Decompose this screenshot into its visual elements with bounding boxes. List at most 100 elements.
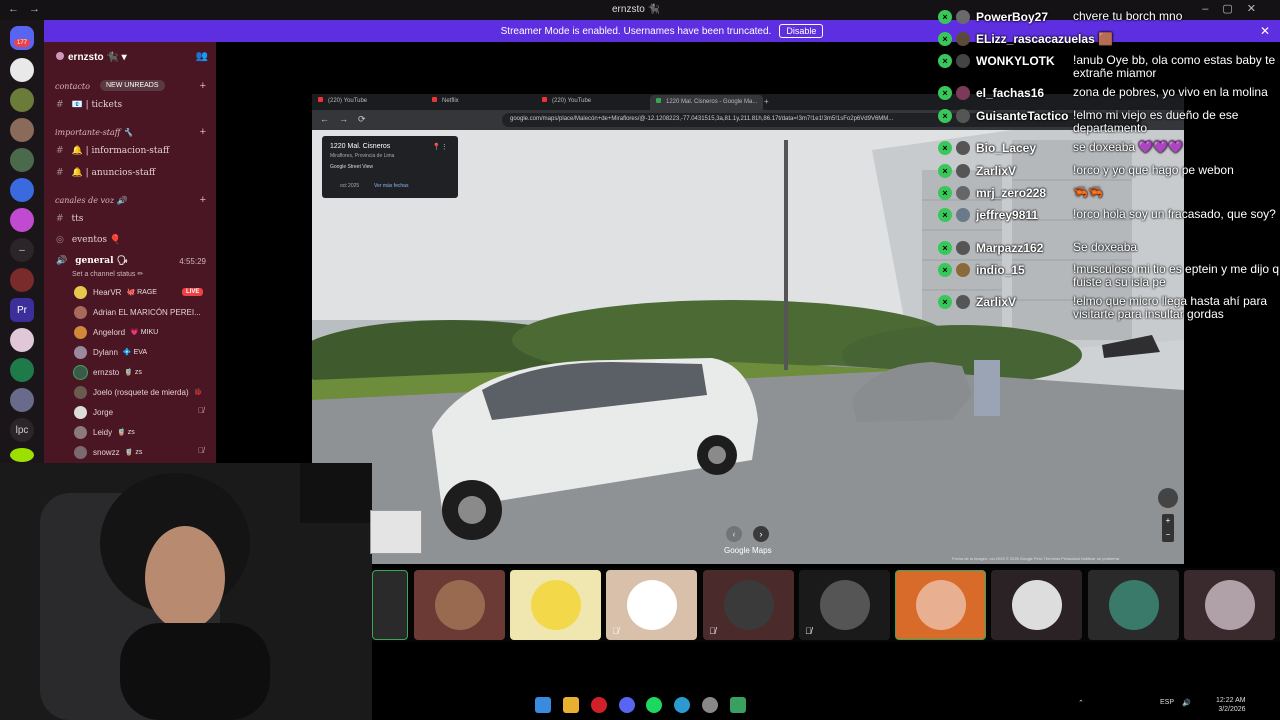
set-channel-status[interactable]: Set a channel status ✏ xyxy=(72,270,143,278)
participant-tile[interactable] xyxy=(991,570,1082,640)
server-icon[interactable] xyxy=(10,328,34,352)
location-card[interactable]: 1220 Mal. Cisneros Miraflores, Provincia… xyxy=(322,136,458,198)
mod-badge-icon: × xyxy=(938,10,952,24)
mod-badge-icon: × xyxy=(938,164,952,178)
participant-tile[interactable] xyxy=(510,570,601,640)
street-view-minimap[interactable] xyxy=(370,510,422,554)
participant-tile[interactable]: 🎙̸ xyxy=(606,570,697,640)
avatar xyxy=(74,325,87,339)
start-icon[interactable] xyxy=(535,697,551,713)
server-icon[interactable] xyxy=(10,448,34,462)
server-name[interactable]: ernzsto 🐈‍⬛ ▾ xyxy=(56,52,127,63)
spotify-icon[interactable] xyxy=(646,697,662,713)
voice-member[interactable]: HearVR 🐙 RAGE xyxy=(74,284,157,300)
tab-google-maps[interactable]: 1220 Mal. Cisneros - Google Ma... xyxy=(650,95,764,110)
voice-member[interactable]: Angelord 💗 MIKU xyxy=(74,324,158,340)
mod-badge-icon: × xyxy=(938,109,952,123)
channel-tickets[interactable]: # 📧 | tickets xyxy=(56,100,122,110)
category-contacto[interactable]: contacto xyxy=(55,82,90,91)
opera-icon[interactable] xyxy=(591,697,607,713)
user-avatar xyxy=(956,186,970,200)
participant-tile[interactable] xyxy=(1184,570,1275,640)
voice-member[interactable]: ernzsto 🧋 zs xyxy=(74,364,142,380)
discord-icon[interactable] xyxy=(619,697,635,713)
avatar xyxy=(74,305,87,319)
server-icon[interactable] xyxy=(10,208,34,232)
channel-sidebar: ernzsto 🐈‍⬛ ▾ 👥 contacto NEW UNREADS + #… xyxy=(44,42,216,465)
next-arrow-icon[interactable]: › xyxy=(753,526,769,542)
channel-tts[interactable]: # tts xyxy=(56,214,83,224)
channel-informacion-staff[interactable]: # 🔔 | informacion-staff xyxy=(56,146,169,156)
participant-tile[interactable] xyxy=(372,570,408,640)
add-channel-icon[interactable]: + xyxy=(200,80,206,92)
server-icon[interactable] xyxy=(10,58,34,82)
tab-youtube[interactable]: (220) YouTube xyxy=(542,97,591,104)
tab-netflix[interactable]: Netflix xyxy=(432,97,459,104)
participant-tile[interactable]: 🎙̸ xyxy=(703,570,794,640)
server-icon[interactable] xyxy=(10,268,34,292)
more-dates-link[interactable]: Ver más fechas xyxy=(374,183,408,189)
google-maps-logo: Google Maps xyxy=(724,546,772,555)
avatar xyxy=(74,365,87,379)
voice-channel-general[interactable]: 🔊 general 🗣 xyxy=(56,256,128,266)
new-unreads-badge[interactable]: NEW UNREADS xyxy=(100,80,165,91)
mic-muted-icon: 🎙̸ xyxy=(805,626,812,636)
voice-member[interactable]: snowzz 🧋 zs xyxy=(74,444,142,460)
app-icon[interactable] xyxy=(702,697,718,713)
youtube-icon xyxy=(542,97,547,102)
voice-member[interactable]: Leidy 🧋 zs xyxy=(74,424,135,440)
system-clock[interactable]: 12:22 AM 3/2/2026 xyxy=(1216,696,1246,714)
new-tab-button[interactable]: + xyxy=(764,97,769,106)
tab-youtube[interactable]: (220) YouTube xyxy=(318,97,367,104)
edge-icon[interactable] xyxy=(674,697,690,713)
voice-member[interactable]: Adrian EL MARICÓN PEREI... xyxy=(74,304,201,320)
muted-icon: 🎙̸ xyxy=(198,446,204,455)
back-forward-icon[interactable]: ←→ xyxy=(8,3,50,15)
muted-icon: 🎙̸ xyxy=(198,406,204,415)
invite-icon[interactable]: 👥 xyxy=(196,51,208,62)
add-channel-icon[interactable]: + xyxy=(200,126,206,138)
voice-member[interactable]: Jorge xyxy=(74,404,113,420)
voice-member[interactable]: Joelo (rosquete de mierda) 🐞 xyxy=(74,384,202,400)
server-icon[interactable] xyxy=(10,388,34,412)
language-indicator[interactable]: ESP xyxy=(1160,699,1174,706)
participant-tile[interactable] xyxy=(895,570,986,640)
mod-badge-icon: × xyxy=(938,141,952,155)
file-explorer-icon[interactable] xyxy=(563,697,579,713)
server-icon[interactable] xyxy=(10,178,34,202)
zoom-controls[interactable]: + − xyxy=(1162,514,1174,542)
tray-overflow-icon[interactable]: ⌃ xyxy=(1078,699,1084,707)
stream-chat-overlay: × PowerBoy27 chvere tu borch mno × ELizz_ra… xyxy=(934,6,1280,326)
lpc-server-icon[interactable]: lpc xyxy=(10,418,34,442)
app-icon[interactable] xyxy=(730,697,746,713)
mic-muted-icon: 🎙̸ xyxy=(612,626,619,636)
server-icon[interactable] xyxy=(10,358,34,382)
voice-member[interactable]: Dylann 💠 EVA xyxy=(74,344,147,360)
user-avatar xyxy=(956,164,970,178)
compass-icon[interactable] xyxy=(1158,488,1178,508)
participant-tile[interactable]: 🎙̸ xyxy=(799,570,890,640)
server-icon[interactable] xyxy=(10,88,34,112)
participant-avatar xyxy=(819,580,870,630)
channel-eventos[interactable]: ◎ eventos 🎈 xyxy=(56,235,121,245)
server-icon[interactable]: – xyxy=(10,238,34,262)
premiere-server-icon[interactable]: Pr xyxy=(10,298,34,322)
volume-icon[interactable]: 🔊 xyxy=(1182,699,1191,707)
participant-tile[interactable] xyxy=(1088,570,1179,640)
server-icon[interactable] xyxy=(10,148,34,172)
browser-nav-icons[interactable]: ←→⟳ xyxy=(320,114,376,125)
participant-tile[interactable] xyxy=(414,570,505,640)
mic-muted-icon: 🎙̸ xyxy=(709,626,716,636)
disable-streamer-mode-button[interactable]: Disable xyxy=(779,24,824,38)
previous-arrow-icon[interactable]: ‹ xyxy=(726,526,742,542)
channel-anuncios-staff[interactable]: # 🔔 | anuncios-staff xyxy=(56,168,155,178)
pin-icon[interactable]: 📍⋮ xyxy=(432,143,448,151)
participant-avatar xyxy=(915,580,966,630)
add-channel-icon[interactable]: + xyxy=(200,194,206,206)
avatar xyxy=(74,285,87,299)
speaker-icon: 🔊 xyxy=(56,256,68,266)
mod-badge-icon: × xyxy=(938,54,952,68)
category-canales-de-voz[interactable]: canales de voz 🔊 xyxy=(55,196,127,205)
server-icon[interactable] xyxy=(10,118,34,142)
category-importante-staff[interactable]: importante-staff 🔧 xyxy=(55,128,133,137)
